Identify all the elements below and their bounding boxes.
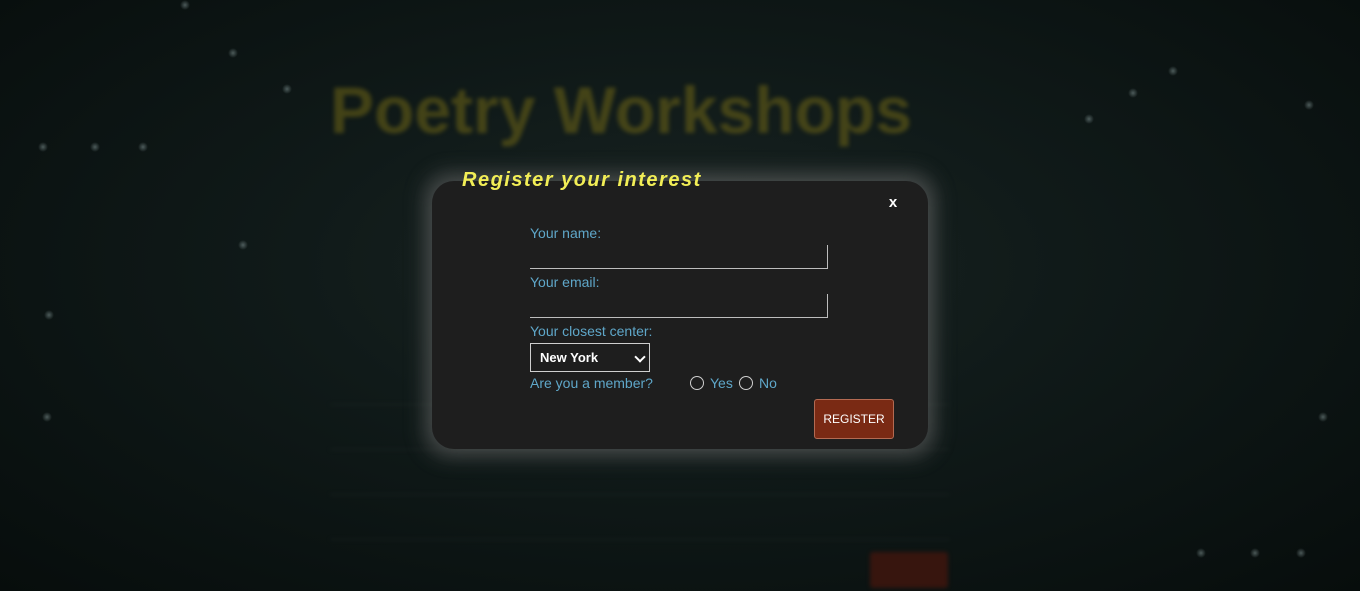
member-no-radio[interactable] [739,376,753,390]
background-page-title: Poetry Workshops [330,73,912,147]
center-select[interactable]: New York [530,343,650,372]
star-decoration [90,142,100,152]
star-decoration [1250,548,1260,558]
register-button[interactable]: REGISTER [814,399,894,439]
name-input[interactable] [530,245,828,269]
star-decoration [42,412,52,422]
member-yes-label: Yes [710,375,733,391]
star-decoration [1168,66,1178,76]
star-decoration [38,142,48,152]
center-label: Your closest center: [530,323,653,339]
star-decoration [228,48,238,58]
chevron-down-icon [634,351,646,363]
member-no-label: No [759,375,777,391]
email-label: Your email: [530,274,600,290]
star-decoration [44,310,54,320]
background-button-blurred [870,552,948,588]
star-decoration [180,0,190,10]
star-decoration [1084,114,1094,124]
star-decoration [1304,100,1314,110]
star-decoration [238,240,248,250]
star-decoration [1128,88,1138,98]
close-button[interactable]: x [885,193,901,213]
email-input[interactable] [530,294,828,318]
star-decoration [1196,548,1206,558]
center-select-value: New York [540,350,599,365]
member-label: Are you a member? [530,375,653,391]
background-table-row [330,495,950,540]
star-decoration [1296,548,1306,558]
star-decoration [282,84,292,94]
member-yes-radio[interactable] [690,376,704,390]
star-decoration [138,142,148,152]
star-decoration [1318,412,1328,422]
name-label: Your name: [530,225,602,241]
modal-title: Register your interest [462,169,702,191]
